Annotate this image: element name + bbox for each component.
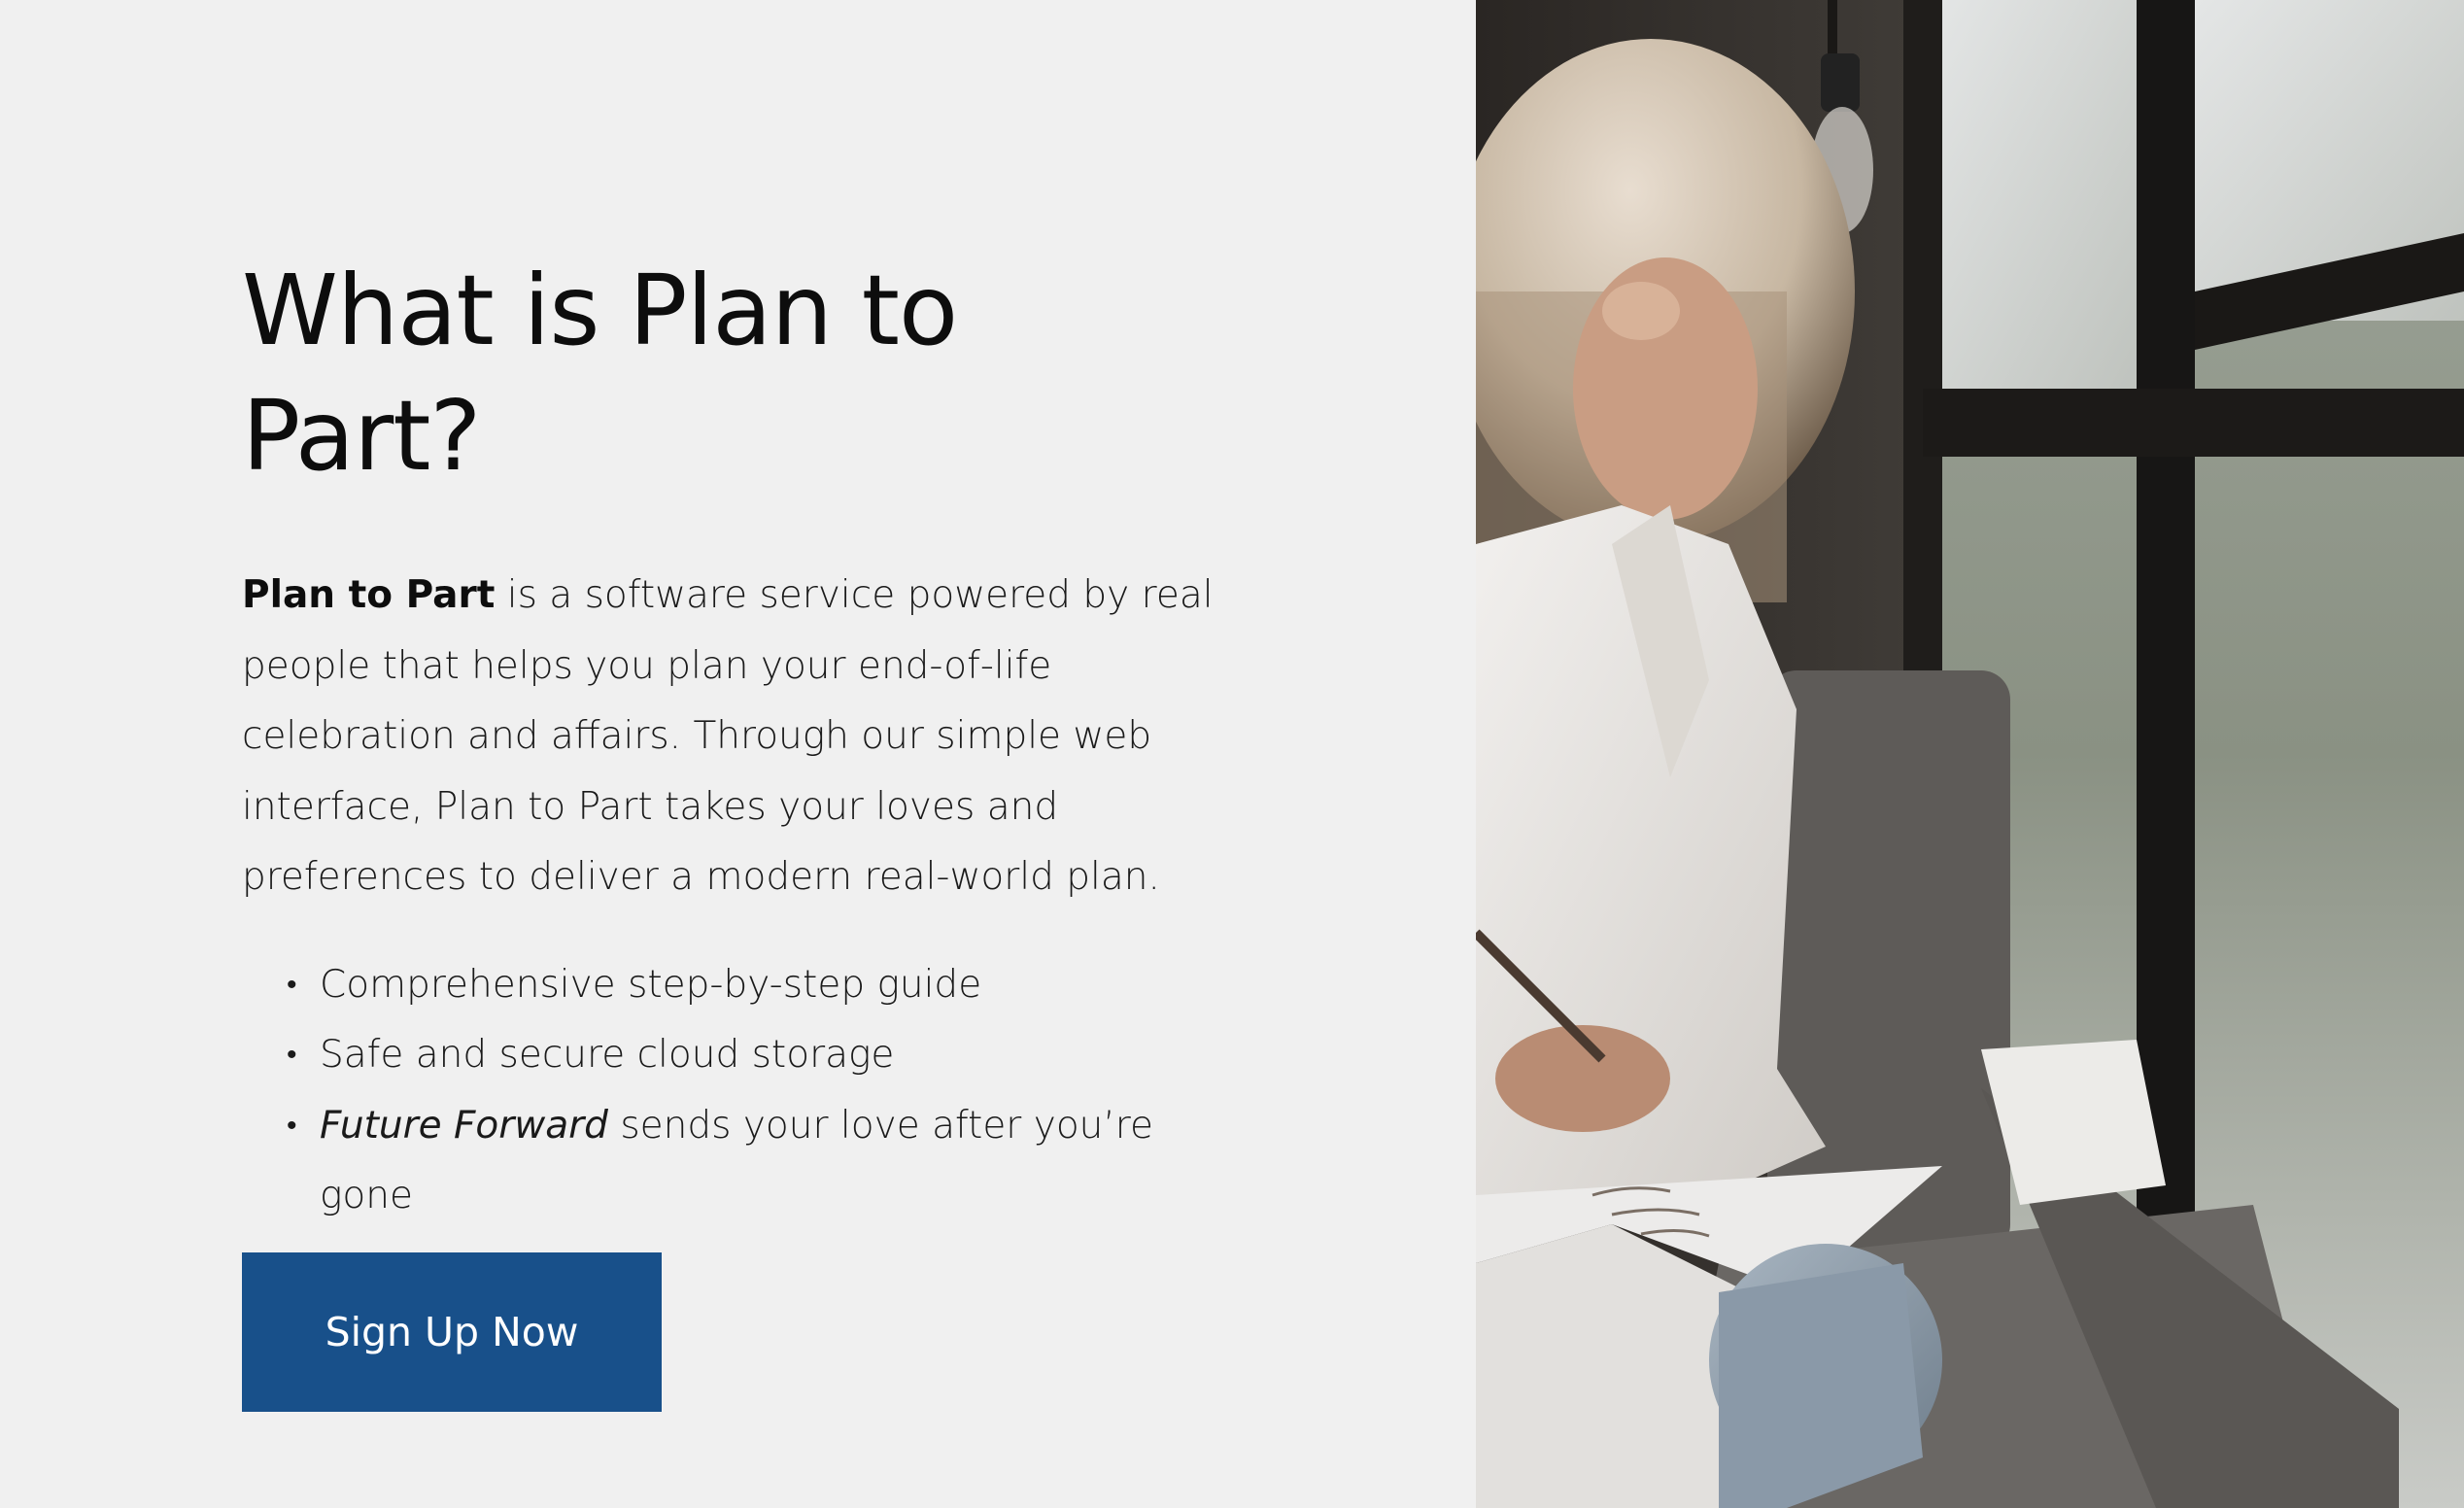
feature-text: Safe and secure cloud storage: [320, 1033, 895, 1077]
feature-item: • Future Forward sends your love after y…: [287, 1091, 1219, 1232]
info-panel: What is Plan to Part? Plan to Part is a …: [0, 0, 1476, 1508]
feature-emphasis: Future Forward: [320, 1103, 608, 1148]
bullet-icon: •: [287, 967, 297, 1002]
feature-text: Comprehensive step-by-step guide: [320, 962, 982, 1007]
section-heading: What is Plan to Part?: [242, 254, 958, 493]
bullet-icon: •: [287, 1038, 297, 1072]
page: What is Plan to Part? Plan to Part is a …: [0, 0, 2464, 1508]
feature-list: • Comprehensive step-by-step guide • Saf…: [242, 950, 1219, 1232]
intro-brand-name: Plan to Part: [242, 573, 496, 617]
feature-item: • Safe and secure cloud storage: [287, 1020, 1219, 1091]
feature-item: • Comprehensive step-by-step guide: [287, 950, 1219, 1021]
intro-text: is a software service powered by real pe…: [242, 573, 1214, 899]
hero-photo: [1476, 0, 2464, 1508]
sign-up-button[interactable]: Sign Up Now: [242, 1252, 662, 1412]
bullet-icon: •: [287, 1108, 297, 1143]
info-content: What is Plan to Part? Plan to Part is a …: [242, 248, 1214, 1232]
intro-paragraph: Plan to Part is a software service power…: [242, 561, 1214, 913]
